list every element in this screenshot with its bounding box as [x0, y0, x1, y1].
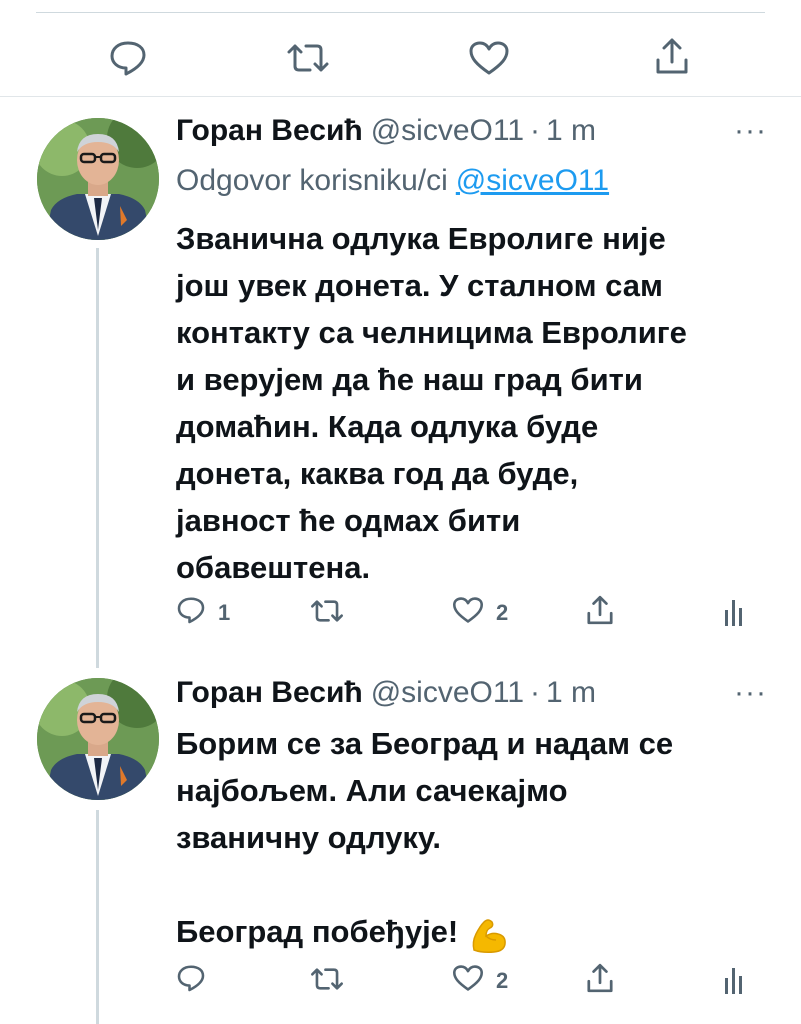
timestamp[interactable]: 1 m	[546, 114, 596, 148]
tweet-header: Горан Весић @sicveO11 · 1 m	[176, 114, 596, 148]
like-count: 2	[496, 600, 509, 625]
reply-icon	[176, 596, 206, 630]
avatar[interactable]	[37, 678, 159, 800]
like-count: 2	[496, 968, 509, 993]
reply-to-mention[interactable]: @sicveO11	[456, 164, 609, 197]
author-name[interactable]: Горан Весић	[176, 114, 363, 148]
retweet-button[interactable]	[310, 598, 356, 630]
section-divider	[0, 96, 801, 97]
like-button[interactable]: 2	[452, 596, 508, 630]
previous-tweet-actions	[0, 30, 801, 80]
tweet-body: Борим се за Београд и надам се најбољем.…	[176, 720, 776, 959]
retweet-icon	[310, 966, 344, 998]
more-options-icon[interactable]: ···	[734, 114, 767, 148]
share-button[interactable]	[584, 594, 616, 632]
like-icon[interactable]	[468, 40, 510, 76]
share-icon	[584, 594, 616, 632]
separator: ·	[530, 114, 540, 147]
separator: ·	[530, 676, 540, 709]
analytics-icon[interactable]	[724, 598, 744, 626]
thread-connector-line	[96, 248, 99, 668]
flexed-biceps-icon	[468, 916, 508, 959]
reply-button[interactable]	[176, 964, 218, 998]
author-handle[interactable]: @sicveO11	[371, 676, 524, 710]
tweet-header: Горан Весић @sicveO11 · 1 m	[176, 676, 596, 710]
like-icon	[452, 964, 484, 998]
retweet-icon	[310, 598, 344, 630]
reply-icon[interactable]	[108, 40, 148, 76]
top-divider	[36, 12, 765, 13]
tweet-text: Званична одлука Евролиге није још увек д…	[176, 221, 687, 585]
reply-icon	[176, 964, 206, 998]
share-icon	[584, 962, 616, 1000]
author-handle[interactable]: @sicveO11	[371, 114, 524, 148]
thread-connector-line	[96, 810, 99, 1024]
like-button[interactable]: 2	[452, 964, 508, 998]
reply-button[interactable]: 1	[176, 596, 230, 630]
reply-count: 1	[218, 600, 231, 625]
retweet-button[interactable]	[310, 966, 356, 998]
tweet-text: Борим се за Београд и надам се најбољем.…	[176, 726, 674, 949]
share-button[interactable]	[584, 962, 616, 1000]
timestamp[interactable]: 1 m	[546, 676, 596, 710]
reply-to-line: Odgovor korisniku/ci @sicveO11	[176, 164, 609, 198]
author-name[interactable]: Горан Весић	[176, 676, 363, 710]
avatar[interactable]	[37, 118, 159, 240]
analytics-icon[interactable]	[724, 966, 744, 994]
like-icon	[452, 596, 484, 630]
share-icon[interactable]	[652, 36, 692, 76]
reply-to-prefix: Odgovor korisniku/ci	[176, 164, 448, 197]
more-options-icon[interactable]: ···	[734, 676, 767, 710]
retweet-icon[interactable]	[286, 42, 330, 74]
